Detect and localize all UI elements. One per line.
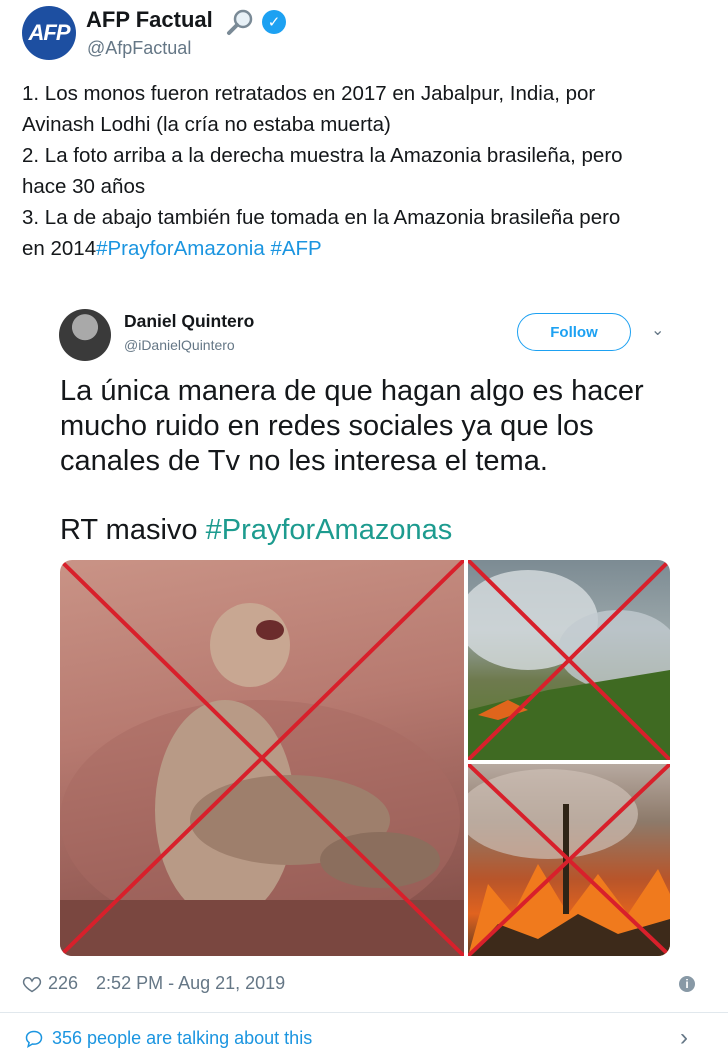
hashtag-prayforamazonia-link[interactable]: #PrayforAmazonia xyxy=(96,237,265,260)
embedded-text-line: canales de Tv no les interesa el tema. xyxy=(60,445,548,477)
author-name[interactable]: AFP Factual xyxy=(86,7,213,33)
tweet-line-last: en 2014#PrayforAmazonia #AFP xyxy=(22,233,712,264)
verified-badge-icon: ✓ xyxy=(262,10,286,34)
embedded-follow-button: Follow xyxy=(517,313,631,351)
speech-bubble-icon xyxy=(25,1030,43,1048)
red-cross-mark xyxy=(468,560,670,760)
heart-icon[interactable] xyxy=(22,974,42,994)
embedded-author-name: Daniel Quintero xyxy=(124,311,255,331)
chevron-down-icon: ⌄ xyxy=(651,322,665,339)
embedded-tweet-text: La única manera de que hagan algo es hac… xyxy=(60,374,700,479)
like-count[interactable]: 226 xyxy=(48,973,78,994)
afp-logo-avatar[interactable]: AFP xyxy=(22,6,76,60)
red-cross-mark xyxy=(60,560,464,956)
tweet-last-prefix: en 2014 xyxy=(22,237,97,260)
embedded-rt-prefix: RT masivo xyxy=(60,514,206,546)
tweet-text: 1. Los monos fueron retratados en 2017 e… xyxy=(22,78,712,264)
embedded-text-line: mucho ruido en redes sociales ya que los xyxy=(60,410,594,442)
red-cross-mark xyxy=(468,764,670,956)
tweet-line: hace 30 años xyxy=(22,175,146,198)
magnifier-icon xyxy=(227,9,253,35)
hashtag-afp-link[interactable]: #AFP xyxy=(270,237,321,260)
author-handle[interactable]: @AfpFactual xyxy=(87,38,191,59)
embedded-text-line: La única manera de que hagan algo es hac… xyxy=(60,375,644,407)
info-icon[interactable]: i xyxy=(679,976,695,992)
chevron-right-icon[interactable]: › xyxy=(680,1024,688,1052)
forest-fire-photo-bottom[interactable] xyxy=(468,764,670,956)
forest-fire-photo-top[interactable] xyxy=(468,560,670,760)
tweet-line: 1. Los monos fueron retratados en 2017 e… xyxy=(22,82,596,105)
embedded-avatar xyxy=(59,309,111,361)
monkey-photo[interactable] xyxy=(60,560,464,956)
tweet-line: 2. La foto arriba a la derecha muestra l… xyxy=(22,144,623,167)
embedded-rt-hashtag: #PrayforAmazonas xyxy=(205,514,453,546)
tweet-footer: 226 2:52 PM - Aug 21, 2019 xyxy=(22,973,285,994)
embedded-author-handle: @iDanielQuintero xyxy=(124,337,235,353)
talking-about-link[interactable]: 356 people are talking about this xyxy=(24,1028,312,1049)
embedded-rt-line: RT masivo #PrayforAmazonas xyxy=(60,514,452,547)
tweet-line: Avinash Lodhi (la cría no estaba muerta) xyxy=(22,113,391,136)
divider xyxy=(0,1012,728,1013)
talking-about-text[interactable]: 356 people are talking about this xyxy=(52,1028,312,1049)
tweet-timestamp[interactable]: 2:52 PM - Aug 21, 2019 xyxy=(96,973,285,994)
tweet-line: 3. La de abajo también fue tomada en la … xyxy=(22,206,621,229)
